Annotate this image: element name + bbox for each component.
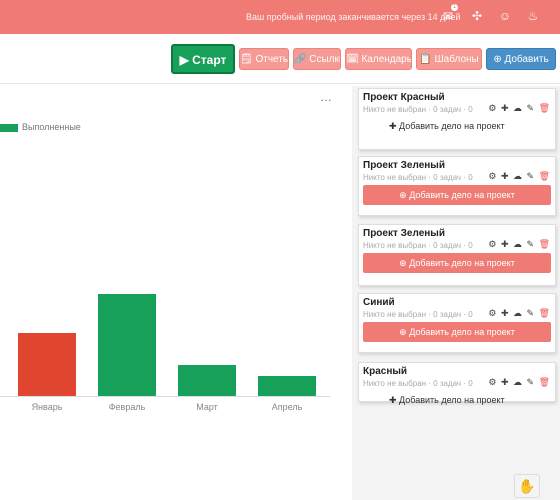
x-tick-label: Апрель: [271, 402, 303, 412]
x-axis: [0, 396, 330, 397]
links-button[interactable]: 🔗 Ссылки: [293, 48, 341, 70]
user-icon[interactable]: ☺: [498, 9, 512, 23]
start-button[interactable]: ▶ Старт: [171, 44, 235, 74]
trial-notice[interactable]: Ваш пробный период заканчивается через 1…: [246, 12, 460, 22]
add-task-button[interactable]: ⊕ Добавить дело на проект: [363, 322, 551, 342]
card-action-icons[interactable]: ⚙ ✚ ☁ ✎: [488, 308, 535, 318]
trash-icon[interactable]: 🗑: [539, 171, 551, 181]
project-meta: Никто не выбран · 0 задач · 0: [363, 105, 473, 114]
flame-icon[interactable]: ♨: [526, 9, 540, 23]
project-meta: Никто не выбран · 0 задач · 0: [363, 310, 473, 319]
chart-menu-icon[interactable]: …: [320, 90, 332, 104]
toolbar: ▶ Старт 🗒 Отчеты 🔗 Ссылки 🗓 Календарь 📋 …: [0, 34, 560, 84]
x-tick-label: Март: [196, 402, 218, 412]
card-actions[interactable]: ⚙ ✚ ☁ ✎ 🗑: [488, 103, 551, 114]
project-meta: Никто не выбран · 0 задач · 0: [363, 173, 473, 182]
bell-icon[interactable]: ✉: [441, 9, 455, 23]
hand-icon[interactable]: ✋: [514, 474, 540, 498]
project-title[interactable]: Проект Зеленый: [363, 160, 445, 171]
x-tick-label: Февраль: [108, 402, 146, 412]
trash-icon[interactable]: 🗑: [539, 377, 551, 387]
add-task-link[interactable]: ✚ Добавить дело на проект: [389, 121, 505, 132]
chart-area: …: [0, 86, 352, 500]
card-action-icons[interactable]: ⚙ ✚ ☁ ✎: [488, 239, 535, 249]
reports-button[interactable]: 🗒 Отчеты: [239, 48, 289, 70]
project-meta: Никто не выбран · 0 задач · 0: [363, 241, 473, 250]
trash-icon[interactable]: 🗑: [539, 239, 551, 249]
project-title[interactable]: Проект Зеленый: [363, 228, 445, 239]
project-title[interactable]: Проект Красный: [363, 92, 445, 103]
puzzle-icon[interactable]: ✣: [470, 9, 484, 23]
add-task-button[interactable]: ⊕ Добавить дело на проект: [363, 185, 551, 205]
x-tick-label: Январь: [31, 402, 63, 412]
top-bar: Ваш пробный период заканчивается через 1…: [0, 0, 560, 34]
project-title[interactable]: Синий: [363, 297, 395, 308]
project-card[interactable]: Синий Никто не выбран · 0 задач · 0 ⚙ ✚ ☁ …: [358, 293, 556, 353]
notification-badge: 1: [451, 4, 458, 11]
chart-bar[interactable]: [98, 294, 156, 396]
project-card[interactable]: Проект Красный Никто не выбран · 0 задач …: [358, 88, 556, 150]
project-card[interactable]: Проект Зеленый Никто не выбран · 0 задач …: [358, 224, 556, 286]
card-action-icons[interactable]: ⚙ ✚ ☁ ✎: [488, 377, 535, 387]
card-actions[interactable]: ⚙ ✚ ☁ ✎ 🗑: [488, 377, 551, 388]
chart-bar[interactable]: [178, 365, 236, 396]
project-card[interactable]: Красный Никто не выбран · 0 задач · 0 ⚙ ✚ …: [358, 362, 556, 405]
card-actions[interactable]: ⚙ ✚ ☁ ✎ 🗑: [488, 239, 551, 250]
card-action-icons[interactable]: ⚙ ✚ ☁ ✎: [488, 171, 535, 181]
add-task-link[interactable]: ✚ Добавить дело на проект: [389, 395, 505, 406]
chart-bar[interactable]: [258, 375, 316, 396]
project-card[interactable]: Проект Зеленый Никто не выбран · 0 задач …: [358, 156, 556, 216]
project-title[interactable]: Красный: [363, 366, 407, 377]
legend-swatch: [0, 124, 18, 132]
trash-icon[interactable]: 🗑: [539, 103, 551, 113]
project-meta: Никто не выбран · 0 задач · 0: [363, 379, 473, 388]
card-actions[interactable]: ⚙ ✚ ☁ ✎ 🗑: [488, 171, 551, 182]
calendar-button[interactable]: 🗓 Календарь: [345, 48, 412, 70]
add-button[interactable]: ⊕ Добавить: [486, 48, 556, 70]
add-task-button[interactable]: ⊕ Добавить дело на проект: [363, 253, 551, 273]
legend-label: Выполненные: [22, 122, 81, 132]
card-action-icons[interactable]: ⚙ ✚ ☁ ✎: [488, 103, 535, 113]
templates-button[interactable]: 📋 Шаблоны: [416, 48, 482, 70]
trash-icon[interactable]: 🗑: [539, 308, 551, 318]
card-actions[interactable]: ⚙ ✚ ☁ ✎ 🗑: [488, 308, 551, 319]
chart-bar[interactable]: [18, 332, 76, 396]
